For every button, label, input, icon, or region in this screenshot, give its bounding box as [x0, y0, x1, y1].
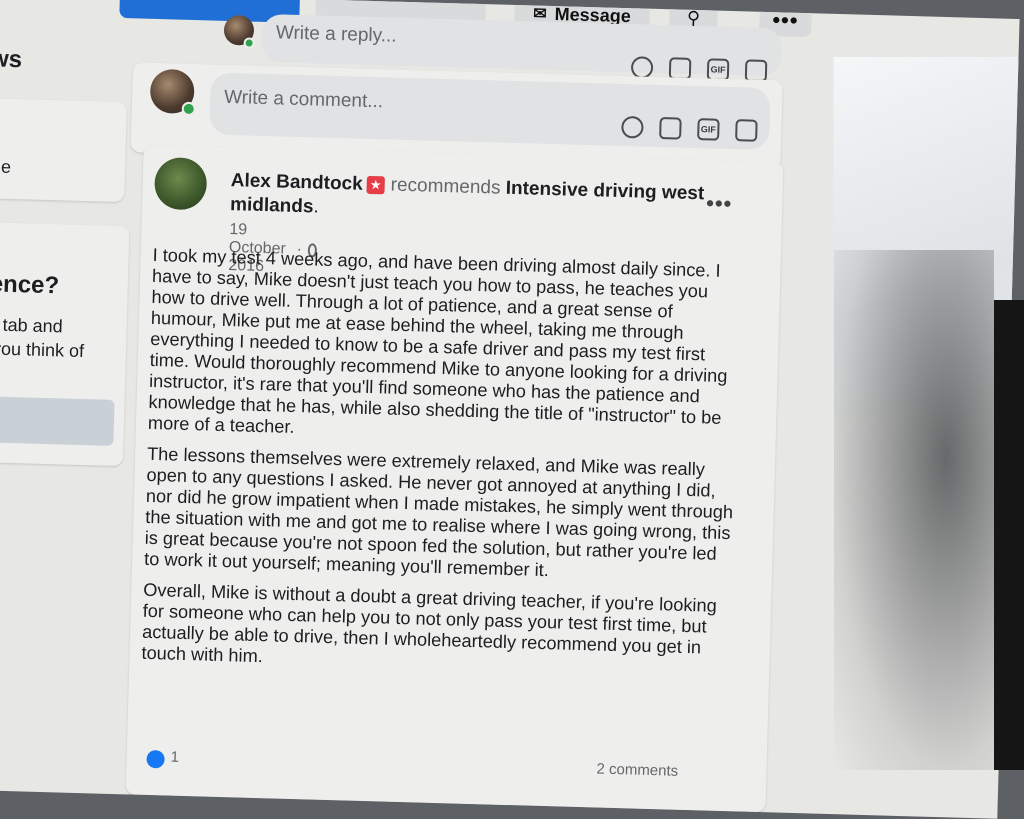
- comments-count-link[interactable]: 2 comments: [596, 761, 678, 780]
- camera-icon[interactable]: [659, 117, 682, 140]
- post-paragraph: I took my test 4 weeks ago, and have bee…: [147, 244, 728, 437]
- author-name-link[interactable]: Alex Bandtock: [230, 170, 363, 195]
- left-card: ble: [0, 97, 127, 203]
- online-status-dot: [181, 101, 196, 117]
- page-name-link[interactable]: Intensive driving west: [505, 178, 704, 205]
- like-reaction-icon[interactable]: [146, 749, 165, 769]
- review-prompt-card: ence? s tab and you think of: [0, 221, 130, 467]
- ambient-shadow: [834, 250, 994, 770]
- review-prompt-line1: s tab and: [0, 314, 63, 337]
- gif-icon[interactable]: GIF: [697, 118, 720, 141]
- review-prompt-line2: you think of: [0, 338, 85, 362]
- post-body: I took my test 4 weeks ago, and have bee…: [141, 245, 743, 690]
- monitor-bezel: [994, 300, 1024, 770]
- online-status-dot: [243, 37, 255, 49]
- post-paragraph: Overall, Mike is without a doubt a great…: [141, 579, 718, 667]
- sticker-icon[interactable]: [735, 119, 758, 142]
- review-prompt-title: ence?: [0, 270, 60, 300]
- left-card-text: ble: [0, 156, 12, 177]
- emoji-icon[interactable]: [621, 115, 644, 139]
- post-paragraph: The lessons themselves were extremely re…: [143, 443, 734, 581]
- recommendation-post: Alex Bandtock ★ recommends Intensive drivi…: [125, 144, 784, 813]
- author-avatar[interactable]: [153, 156, 208, 211]
- title-period: .: [313, 196, 320, 218]
- post-more-options-button[interactable]: •••: [706, 190, 733, 217]
- reaction-count[interactable]: 1: [170, 749, 179, 766]
- review-prompt-button[interactable]: [0, 396, 115, 446]
- recommends-verb: recommends: [390, 174, 501, 199]
- section-heading: ws: [0, 45, 23, 74]
- comment-input-tools: GIF: [621, 115, 758, 142]
- recommend-star-icon: ★: [366, 175, 385, 195]
- post-title-line: Alex Bandtock ★ recommends Intensive drivi…: [230, 169, 705, 230]
- page-name-link-line2[interactable]: midlands: [230, 194, 314, 217]
